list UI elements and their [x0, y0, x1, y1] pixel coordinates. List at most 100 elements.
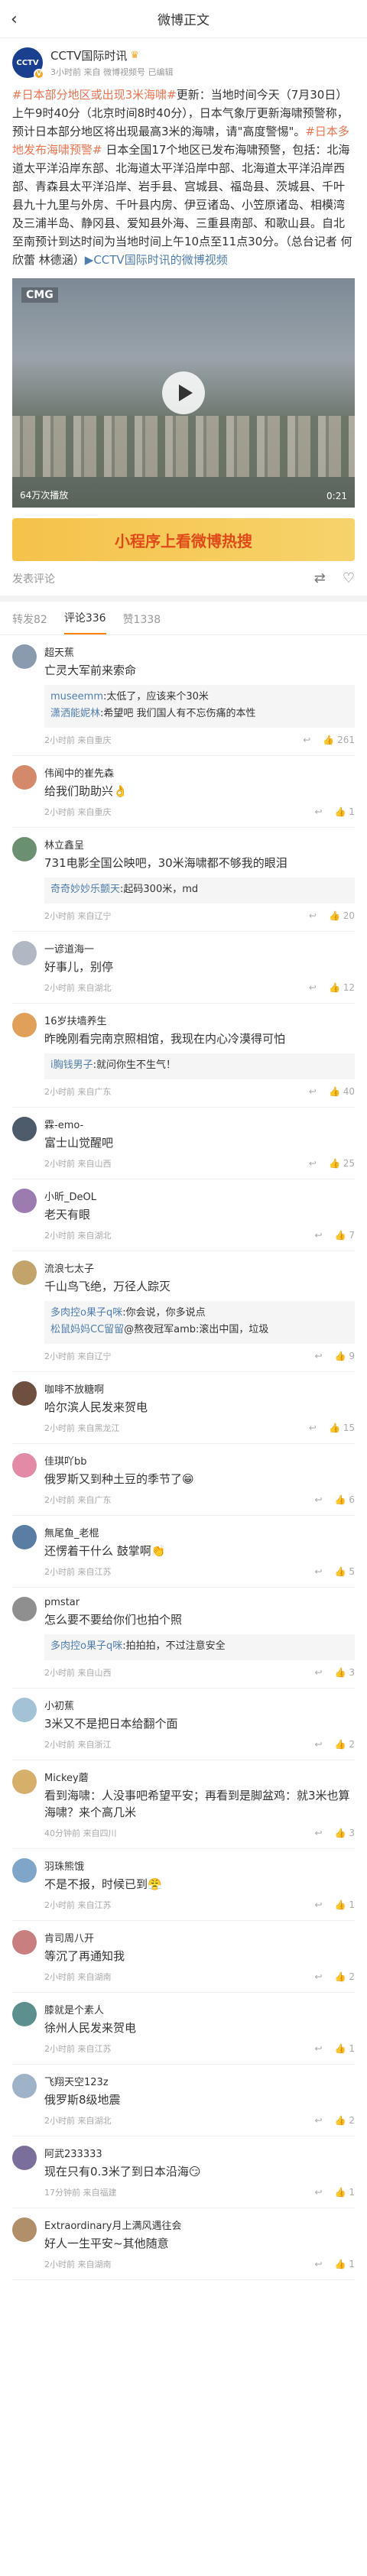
commenter-name[interactable]: pmstar [44, 1597, 355, 1608]
like-icon[interactable]: ♡ [343, 570, 355, 586]
tab-comments[interactable]: 评论336 [63, 610, 106, 634]
like-icon[interactable]: 👍 1 [335, 1900, 355, 1910]
like-icon[interactable]: 👍 2 [335, 2115, 355, 2126]
like-icon[interactable]: 👍 1 [335, 2259, 355, 2269]
commenter-avatar[interactable] [12, 1013, 37, 1037]
like-icon[interactable]: 👍 12 [329, 982, 355, 993]
reply-icon[interactable]: ↩ [315, 2043, 323, 2054]
like-icon[interactable]: 👍 25 [329, 1158, 355, 1169]
like-icon[interactable]: 👍 1 [335, 2187, 355, 2198]
post-hashtag-link[interactable]: ▶CCTV国际时讯的微博视频 [85, 253, 228, 267]
commenter-avatar[interactable] [12, 1770, 37, 1794]
reply-icon[interactable]: ↩ [303, 735, 310, 745]
commenter-avatar[interactable] [12, 941, 37, 965]
reply-icon[interactable]: ↩ [315, 1494, 323, 1505]
commenter-name[interactable]: 伟闻中的崔先森 [44, 765, 355, 780]
reply-author[interactable]: 多肉控o果子q咪 [50, 1640, 122, 1652]
commenter-name[interactable]: Extraordinary月上满风遇往会 [44, 2218, 355, 2232]
like-icon[interactable]: 👍 5 [335, 1566, 355, 1577]
reply-icon[interactable]: ↩ [315, 1971, 323, 1982]
commenter-avatar[interactable] [12, 1189, 37, 1213]
video-player[interactable]: CMG 64万次播放 0:21 [12, 278, 355, 508]
commenter-name[interactable]: 霖-emo- [44, 1117, 355, 1131]
tab-reposts[interactable]: 转发82 [12, 612, 47, 634]
commenter-name[interactable]: 飞翔天空123z [44, 2074, 355, 2088]
commenter-avatar[interactable] [12, 1117, 37, 1141]
like-icon[interactable]: 👍 20 [329, 910, 355, 921]
reply-icon[interactable]: ↩ [309, 1086, 317, 1097]
reply-author[interactable]: 潇洒能妮林 [50, 708, 100, 719]
like-icon[interactable]: 👍 2 [335, 1739, 355, 1750]
hot-search-banner[interactable]: 小程序上看微博热搜 [12, 518, 355, 561]
commenter-avatar[interactable] [12, 1453, 37, 1478]
commenter-avatar[interactable] [12, 837, 37, 861]
reply-author[interactable]: museemm [50, 691, 103, 702]
reply-icon[interactable]: ↩ [315, 1566, 323, 1577]
like-icon[interactable]: 👍 40 [329, 1086, 355, 1097]
reply-icon[interactable]: ↩ [315, 1351, 323, 1361]
commenter-name[interactable]: 膝就是个素人 [44, 2002, 355, 2016]
commenter-avatar[interactable] [12, 1698, 37, 1722]
commenter-avatar[interactable] [12, 1525, 37, 1549]
reply-author[interactable]: 多肉控o果子q咪 [50, 1307, 122, 1319]
comment-input[interactable]: 发表评论 [12, 571, 297, 586]
commenter-avatar[interactable] [12, 765, 37, 790]
reply-author[interactable]: 奇奇妙妙乐颤天 [50, 884, 120, 895]
commenter-avatar[interactable] [12, 1260, 37, 1285]
commenter-avatar[interactable] [12, 2218, 37, 2242]
reply-icon[interactable]: ↩ [315, 1667, 323, 1678]
reply-icon[interactable]: ↩ [315, 2115, 323, 2126]
commenter-name[interactable]: 羽珠熊饿 [44, 1858, 355, 1873]
commenter-avatar[interactable] [12, 644, 37, 669]
back-arrow-icon[interactable]: ‹ [11, 10, 18, 29]
like-icon[interactable]: 👍 1 [335, 2043, 355, 2054]
commenter-name[interactable]: 咖啡不放糖啊 [44, 1381, 355, 1396]
commenter-name[interactable]: 流浪七太子 [44, 1260, 355, 1275]
commenter-avatar[interactable] [12, 1858, 37, 1883]
reply-icon[interactable]: ↩ [309, 1158, 317, 1169]
reply-icon[interactable]: ↩ [315, 1739, 323, 1750]
commenter-name[interactable]: 16岁扶墙养生 [44, 1013, 355, 1027]
play-button-icon[interactable] [162, 371, 205, 414]
like-icon[interactable]: 👍 9 [335, 1351, 355, 1361]
reply-preview[interactable]: 奇奇妙妙乐颤天:起码300米，md [44, 878, 355, 904]
reply-icon[interactable]: ↩ [309, 982, 317, 993]
post-hashtag-link[interactable]: #日本部分地区或出现3米海啸# [12, 88, 177, 102]
reply-icon[interactable]: ↩ [309, 910, 317, 921]
reply-icon[interactable]: ↩ [315, 1900, 323, 1910]
like-icon[interactable]: 👍 3 [335, 1667, 355, 1678]
commenter-avatar[interactable] [12, 2146, 37, 2170]
commenter-avatar[interactable] [12, 1930, 37, 1955]
reply-icon[interactable]: ↩ [315, 2259, 323, 2269]
like-icon[interactable]: 👍 1 [335, 806, 355, 817]
reply-preview[interactable]: i胸钱男子:就问你生不生气！ [44, 1053, 355, 1079]
reply-preview[interactable]: museemm:太低了，应该来个30米 潇洒能妮林:希望吧 我们国人有不忘伤痛的本… [44, 685, 355, 728]
like-icon[interactable]: 👍 3 [335, 1828, 355, 1838]
repost-icon[interactable]: ⇄ [314, 570, 326, 586]
like-icon[interactable]: 👍 7 [335, 1230, 355, 1241]
reply-icon[interactable]: ↩ [315, 2187, 323, 2198]
commenter-name[interactable]: 肯司周八开 [44, 1930, 355, 1945]
tab-likes[interactable]: 赞1338 [123, 612, 161, 634]
reply-icon[interactable]: ↩ [315, 806, 323, 817]
reply-icon[interactable]: ↩ [309, 1423, 317, 1433]
like-icon[interactable]: 👍 6 [335, 1494, 355, 1505]
commenter-name[interactable]: 佳琪吖bb [44, 1453, 355, 1468]
commenter-name[interactable]: Mickey蘑 [44, 1770, 355, 1784]
reply-preview[interactable]: 多肉控o果子q咪:你会说，你多说点 松鼠妈妈CC留留@熬夜冠军amb:滚出中国，垃… [44, 1301, 355, 1344]
commenter-name[interactable]: 林立鑫呈 [44, 837, 355, 852]
commenter-name[interactable]: 小初蕉 [44, 1698, 355, 1712]
commenter-avatar[interactable] [12, 2074, 37, 2098]
reply-icon[interactable]: ↩ [315, 1828, 323, 1838]
author-name[interactable]: CCTV国际时讯 [50, 47, 127, 63]
like-icon[interactable]: 👍 2 [335, 1971, 355, 1982]
reply-author[interactable]: i胸钱男子 [50, 1059, 93, 1071]
reply-author[interactable]: 松鼠妈妈CC留留 [50, 1324, 124, 1335]
commenter-name[interactable]: 小昕_DeOL [44, 1189, 355, 1203]
like-icon[interactable]: 👍 15 [329, 1423, 355, 1433]
commenter-avatar[interactable] [12, 1381, 37, 1406]
commenter-avatar[interactable] [12, 1597, 37, 1621]
commenter-name[interactable]: 無尾鱼_老棍 [44, 1525, 355, 1539]
commenter-name[interactable]: 阿武233333 [44, 2146, 355, 2160]
author-avatar[interactable]: CCTV V [12, 47, 44, 79]
